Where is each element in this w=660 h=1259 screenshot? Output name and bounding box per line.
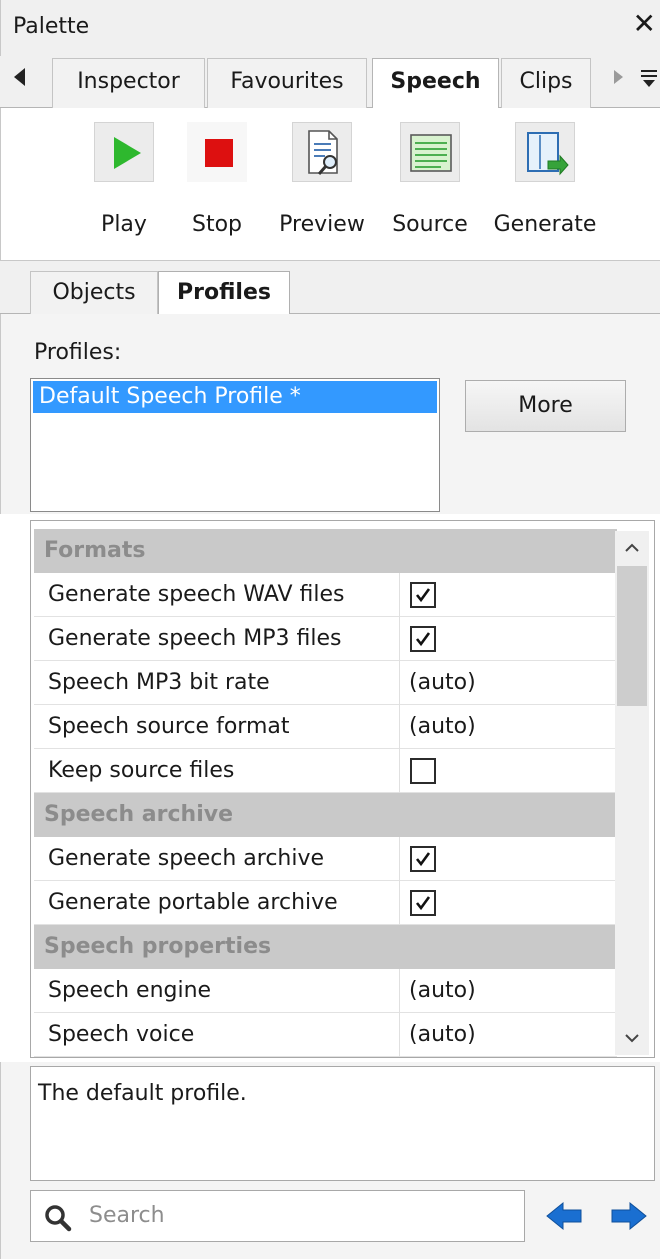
checkmark-icon xyxy=(415,632,431,647)
source-button[interactable]: Source xyxy=(375,122,485,252)
chevron-down-icon[interactable] xyxy=(615,1021,649,1055)
tab-speech[interactable]: Speech xyxy=(372,58,499,110)
table-row[interactable]: Generate speech WAV files xyxy=(34,573,617,617)
tab-scroll-right-icon[interactable] xyxy=(614,70,623,84)
table-row[interactable]: Generate speech archive xyxy=(34,837,617,881)
preview-button[interactable]: Preview xyxy=(267,122,377,252)
property-name: Keep source files xyxy=(48,758,235,783)
generate-label: Generate xyxy=(493,212,597,237)
list-item[interactable]: Default Speech Profile * xyxy=(33,381,437,413)
table-row[interactable]: Generate portable archive xyxy=(34,881,617,925)
tab-scroll-left-icon[interactable] xyxy=(14,68,25,86)
tab-objects[interactable]: Objects xyxy=(30,271,158,315)
source-list-icon xyxy=(400,122,460,182)
tab-favourites[interactable]: Favourites xyxy=(207,58,367,108)
scroll-thumb[interactable] xyxy=(617,566,647,706)
table-row[interactable]: Speech engine (auto) xyxy=(34,969,617,1013)
category-label: Speech properties xyxy=(44,934,272,959)
more-button[interactable]: More xyxy=(465,380,626,432)
property-value[interactable]: (auto) xyxy=(409,670,476,695)
title-bar: Palette ✕ xyxy=(0,0,660,56)
stop-icon xyxy=(187,122,247,182)
table-row[interactable]: Keep source files xyxy=(34,749,617,793)
property-name: Speech voice xyxy=(48,1022,195,1047)
property-value[interactable]: (auto) xyxy=(409,714,476,739)
property-value[interactable]: (auto) xyxy=(409,978,476,1003)
mp3-checkbox[interactable] xyxy=(410,626,436,652)
description-box: The default profile. xyxy=(30,1066,655,1181)
tab-profiles[interactable]: Profiles xyxy=(158,271,290,316)
search-placeholder: Search xyxy=(89,1203,165,1228)
palette-tab-strip: Inspector Favourites Speech Clips xyxy=(0,56,660,110)
chevron-up-icon[interactable] xyxy=(615,531,649,565)
category-speech-archive[interactable]: Speech archive xyxy=(34,793,617,837)
inner-tab-strip: Objects Profiles xyxy=(0,260,660,316)
preview-document-magnifier-icon xyxy=(292,122,352,182)
property-name: Generate portable archive xyxy=(48,890,338,915)
table-row[interactable]: Speech voice (auto) xyxy=(34,1013,617,1057)
category-formats[interactable]: Formats xyxy=(34,529,617,573)
checkmark-icon xyxy=(415,852,431,867)
stop-label: Stop xyxy=(191,212,242,237)
close-icon[interactable]: ✕ xyxy=(633,10,656,38)
table-row[interactable]: Speech MP3 bit rate (auto) xyxy=(34,661,617,705)
tab-menu-icon[interactable] xyxy=(641,70,657,90)
checkmark-icon xyxy=(415,896,431,911)
property-name: Speech source format xyxy=(48,714,290,739)
table-row[interactable]: Generate speech MP3 files xyxy=(34,617,617,661)
description-text: The default profile. xyxy=(38,1081,247,1106)
preview-label: Preview xyxy=(279,212,365,237)
tab-clips[interactable]: Clips xyxy=(501,58,591,108)
stop-button[interactable]: Stop xyxy=(162,122,272,252)
property-value[interactable]: (auto) xyxy=(409,1022,476,1047)
portable-archive-checkbox[interactable] xyxy=(410,890,436,916)
speech-archive-checkbox[interactable] xyxy=(410,846,436,872)
category-label: Formats xyxy=(44,538,146,563)
arrow-right-icon[interactable] xyxy=(606,1198,650,1234)
property-name: Generate speech archive xyxy=(48,846,325,871)
property-name: Generate speech WAV files xyxy=(48,582,345,607)
generate-button[interactable]: Generate xyxy=(490,122,600,252)
generate-export-icon xyxy=(515,122,575,182)
property-name: Generate speech MP3 files xyxy=(48,626,342,651)
source-label: Source xyxy=(392,212,468,237)
keep-source-checkbox[interactable] xyxy=(410,758,436,784)
arrow-left-icon[interactable] xyxy=(543,1198,587,1234)
property-grid: Formats Generate speech WAV files Genera… xyxy=(30,520,655,1058)
category-speech-properties[interactable]: Speech properties xyxy=(34,925,617,969)
search-icon xyxy=(43,1203,73,1239)
tab-inspector[interactable]: Inspector xyxy=(52,58,205,108)
window-title: Palette xyxy=(13,14,90,39)
property-name: Speech engine xyxy=(48,978,212,1003)
property-name: Speech MP3 bit rate xyxy=(48,670,270,695)
profiles-list[interactable]: Default Speech Profile * xyxy=(30,378,440,512)
search-input[interactable]: Search xyxy=(30,1190,525,1242)
category-label: Speech archive xyxy=(44,802,233,827)
profiles-label: Profiles: xyxy=(34,340,122,365)
speech-toolbar: Play Stop Preview Source Generate xyxy=(0,108,660,260)
wav-checkbox[interactable] xyxy=(410,582,436,608)
table-row[interactable]: Speech source format (auto) xyxy=(34,705,617,749)
checkmark-icon xyxy=(415,588,431,603)
play-icon xyxy=(94,122,154,182)
